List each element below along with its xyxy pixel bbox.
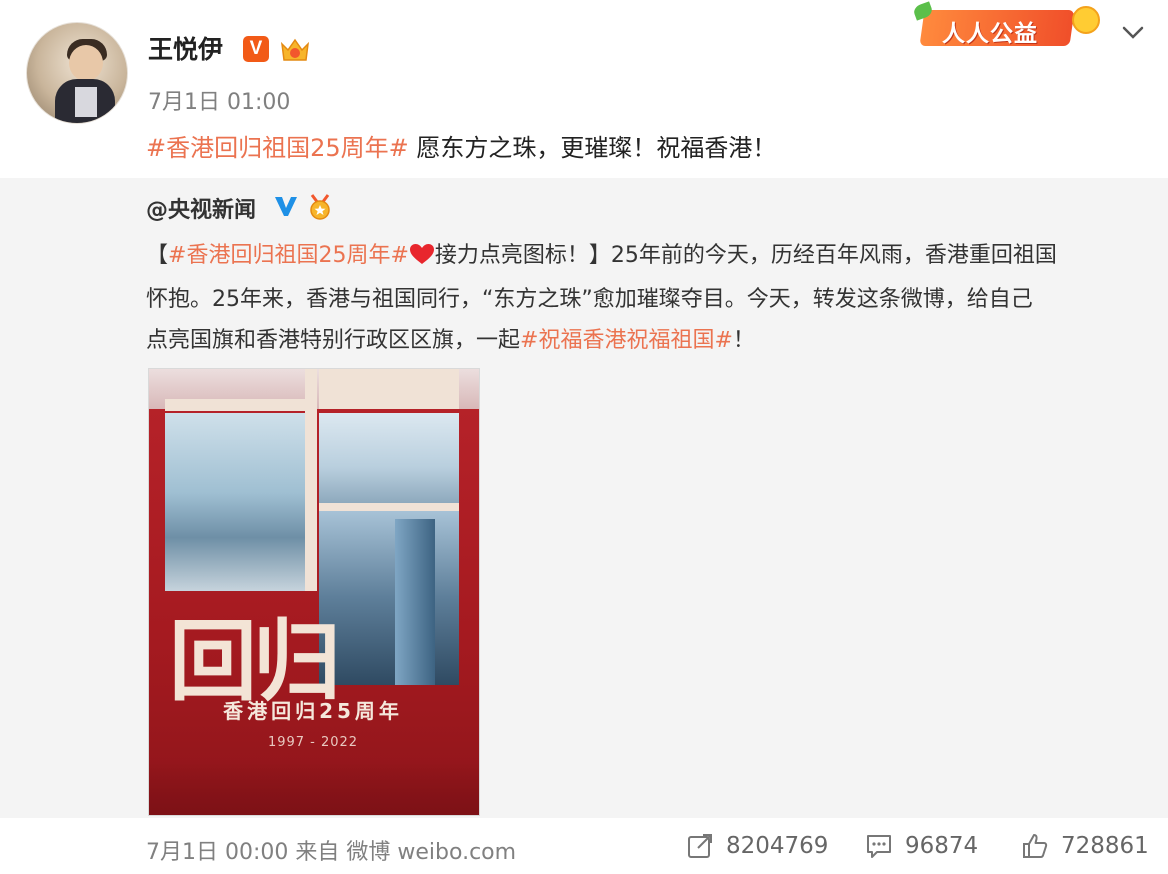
- original-author[interactable]: @央视新闻: [146, 192, 256, 224]
- weibo-post-card: 王悦伊 V 7月1日 01:00 人人公益 #香港回归祖国25周年# 愿东方之珠…: [0, 0, 1168, 874]
- topic-tag-link[interactable]: #祝福香港祝福祖国#: [520, 328, 733, 353]
- like-button[interactable]: 728861: [1021, 830, 1161, 862]
- crown-badge-icon[interactable]: [278, 34, 312, 64]
- promo-badge[interactable]: 人人公益: [912, 1, 1102, 50]
- like-count: 728861: [1061, 833, 1149, 859]
- share-icon: [688, 834, 712, 858]
- comment-icon: [867, 835, 891, 858]
- post-text: #香港回归祖国25周年# 愿东方之珠，更璀璨！祝福香港！: [146, 128, 776, 163]
- post-time[interactable]: 7月1日 01:00: [148, 84, 290, 116]
- repost-text-line: 【#香港回归祖国25周年# 接力点亮图标！】25年前的今天，历经百年风雨，香港重回…: [146, 243, 1057, 268]
- chevron-down-icon[interactable]: [1121, 22, 1145, 42]
- topic-tag-link[interactable]: #香港回归祖国25周年#: [168, 243, 409, 268]
- repost-text-line: 怀抱。25年来，香港与祖国同行，“东方之珠”愈加璀璨夺目。今天，转发这条微博，给…: [146, 287, 1033, 312]
- heart-icon: [409, 244, 434, 264]
- repost-meta: 7月1日 00:00 来自 微博 weibo.com: [146, 834, 516, 866]
- poster-image[interactable]: 回归 香港回归25周年 1997 - 2022: [148, 368, 480, 816]
- author-name[interactable]: 王悦伊: [148, 30, 223, 66]
- source-link[interactable]: 微博 weibo.com: [346, 840, 516, 865]
- repost-text-line: 点亮国旗和香港特别行政区区旗，一起#祝福香港祝福祖国#！: [146, 328, 755, 353]
- post-body: 愿东方之珠，更璀璨！祝福香港！: [408, 134, 777, 162]
- from-label: 来自: [295, 840, 340, 865]
- poster-years: 1997 - 2022: [267, 735, 359, 750]
- topic-tag-link[interactable]: #香港回归祖国25周年#: [146, 134, 409, 162]
- verified-blue-icon[interactable]: [273, 194, 299, 218]
- comment-count: 96874: [905, 833, 979, 859]
- comment-button[interactable]: 96874: [865, 830, 995, 862]
- medal-badge-icon[interactable]: [306, 193, 334, 221]
- share-button[interactable]: 8204769: [686, 830, 836, 862]
- repost-time[interactable]: 7月1日 00:00: [146, 840, 288, 865]
- share-count: 8204769: [726, 833, 829, 859]
- like-icon: [1023, 834, 1048, 858]
- avatar[interactable]: [26, 22, 128, 124]
- poster-slogan: 香港回归25周年: [223, 699, 403, 723]
- verified-badge-icon[interactable]: V: [243, 36, 269, 62]
